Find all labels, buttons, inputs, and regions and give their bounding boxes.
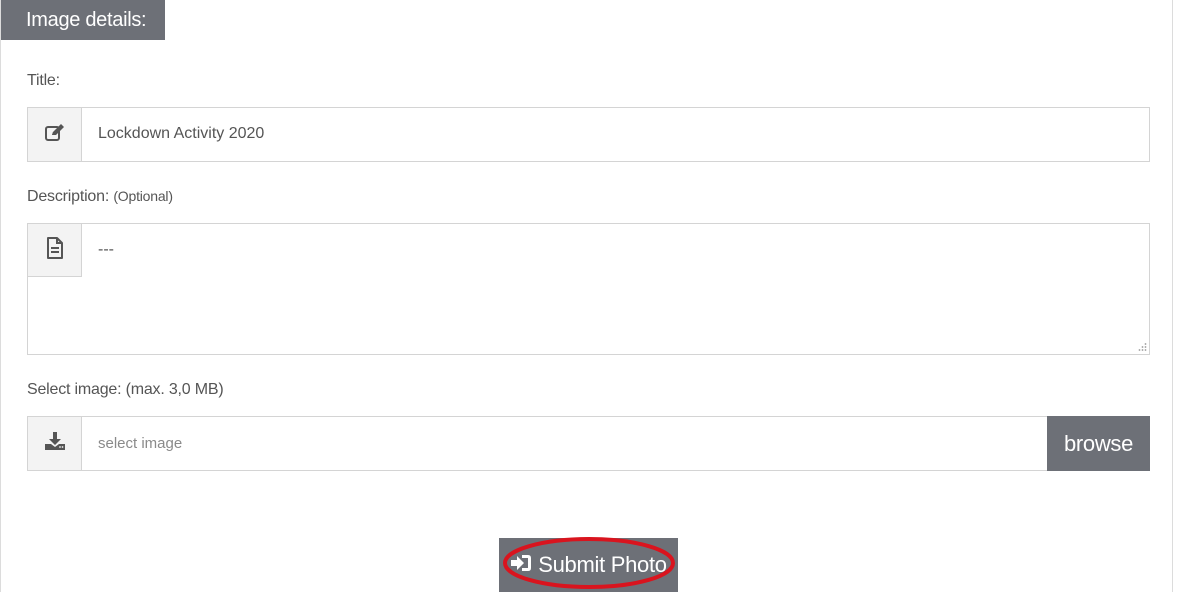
- download-icon: [44, 431, 66, 456]
- title-input[interactable]: Lockdown Activity 2020: [98, 125, 264, 143]
- image-details-panel: Image details: Title: Lockdown Activity …: [0, 0, 1173, 592]
- image-input-group: select image browse: [27, 416, 1150, 471]
- section-title: Image details:: [1, 0, 165, 40]
- description-addon: [28, 224, 82, 277]
- title-addon: [28, 108, 82, 161]
- edit-icon: [44, 122, 66, 147]
- document-icon: [46, 236, 64, 264]
- image-file-input[interactable]: select image: [98, 435, 182, 452]
- description-label: Description: (Optional): [27, 188, 173, 206]
- image-label: Select image: (max. 3,0 MB): [27, 381, 224, 398]
- sign-in-icon: [510, 552, 532, 578]
- submit-photo-button[interactable]: Submit Photo: [499, 538, 678, 592]
- submit-label: Submit Photo: [538, 552, 667, 577]
- image-addon: [28, 417, 82, 470]
- browse-button[interactable]: browse: [1047, 416, 1150, 471]
- title-input-group: Lockdown Activity 2020: [27, 107, 1150, 162]
- resize-grip-icon[interactable]: [1137, 342, 1147, 352]
- optional-tag: (Optional): [113, 188, 173, 204]
- description-textarea[interactable]: ---: [98, 241, 114, 259]
- title-label: Title:: [27, 72, 60, 89]
- description-input-group: ---: [27, 223, 1150, 355]
- description-label-text: Description:: [27, 188, 110, 205]
